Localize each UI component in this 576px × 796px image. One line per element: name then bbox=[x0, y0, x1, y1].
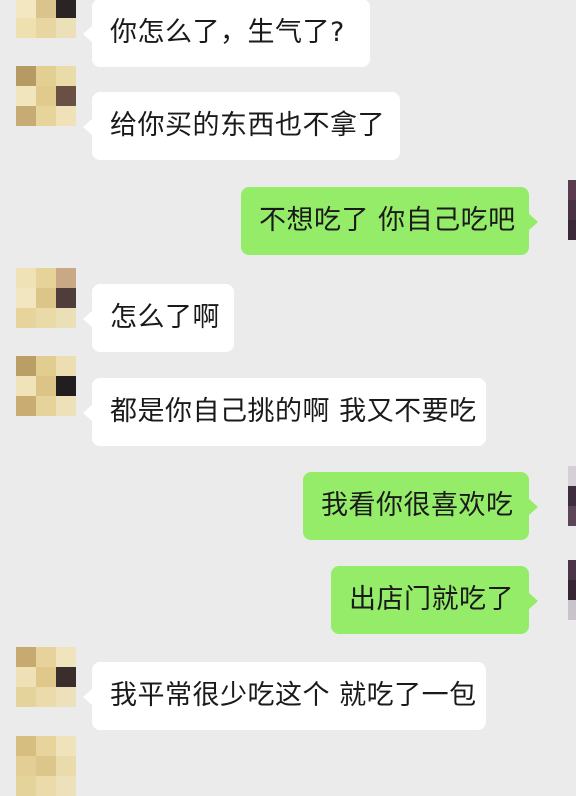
contact-avatar[interactable] bbox=[16, 356, 76, 416]
message-bubble-incoming[interactable]: 你怎么了，生气了? bbox=[83, 0, 370, 67]
message-bubble-outgoing[interactable]: 出店门就吃了 bbox=[331, 566, 538, 634]
contact-avatar[interactable] bbox=[16, 66, 76, 126]
contact-avatar[interactable] bbox=[16, 268, 76, 328]
contact-avatar[interactable] bbox=[16, 0, 76, 38]
message-bubble-incoming[interactable]: 都是你自己挑的啊 我又不要吃 bbox=[83, 378, 486, 446]
message-bubble-outgoing[interactable]: 我看你很喜欢吃 bbox=[303, 472, 538, 540]
message-text: 都是你自己挑的啊 我又不要吃 bbox=[110, 396, 477, 427]
contact-avatar[interactable] bbox=[16, 736, 76, 796]
message-text: 怎么了啊 bbox=[110, 302, 220, 333]
message-text: 出店门就吃了 bbox=[349, 584, 514, 615]
message-text: 给你买的东西也不拿了 bbox=[110, 110, 385, 141]
message-bubble-incoming[interactable]: 我平常很少吃这个 就吃了一包 bbox=[83, 662, 486, 730]
user-avatar[interactable] bbox=[568, 560, 576, 620]
message-text: 不想吃了 你自己吃吧 bbox=[259, 205, 516, 236]
user-avatar[interactable] bbox=[568, 466, 576, 526]
message-bubble-outgoing[interactable]: 不想吃了 你自己吃吧 bbox=[241, 187, 538, 255]
message-bubble-incoming[interactable]: 怎么了啊 bbox=[83, 284, 234, 352]
message-text: 我平常很少吃这个 就吃了一包 bbox=[110, 680, 477, 711]
message-bubble-incoming[interactable]: 给你买的东西也不拿了 bbox=[83, 92, 400, 160]
user-avatar[interactable] bbox=[568, 180, 576, 240]
contact-avatar[interactable] bbox=[16, 647, 76, 707]
message-text: 你怎么了，生气了? bbox=[110, 17, 345, 48]
message-text: 我看你很喜欢吃 bbox=[321, 490, 514, 521]
